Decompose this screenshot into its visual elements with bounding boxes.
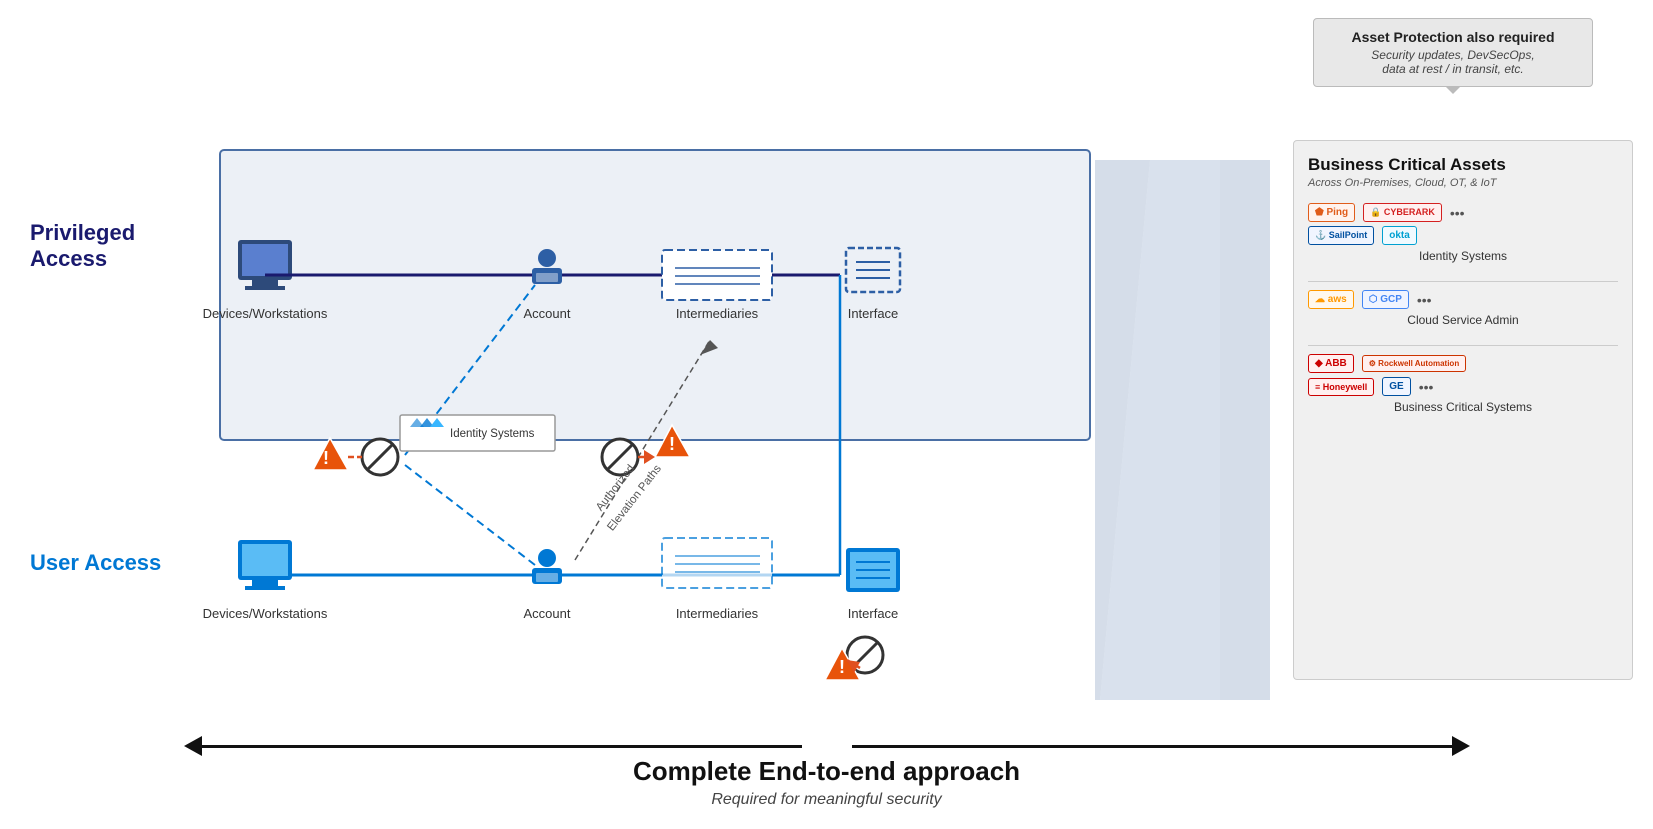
bca-panel: Business Critical Assets Across On-Premi… [1293,140,1633,680]
end-to-end-title: Complete End-to-end approach [20,756,1633,787]
dots-3: ••• [1419,379,1434,395]
svg-text:!: ! [839,657,845,677]
ge-logo: GE [1382,377,1410,396]
rockwell-logo: ⚙ Rockwell Automation [1362,355,1466,372]
divider-2 [1308,345,1618,346]
svg-text:Intermediaries: Intermediaries [676,606,759,621]
callout-title: Asset Protection also required [1330,29,1576,45]
divider-1 [1308,281,1618,282]
dots-1: ••• [1450,205,1465,221]
identity-logos-row: ⬟ Ping 🔒 CYBERARK ••• [1308,203,1618,222]
cloud-logos-row: ☁ aws ⬡ GCP ••• [1308,290,1618,309]
right-arrowhead [1452,736,1470,756]
dots-2: ••• [1417,292,1432,308]
diagram-container: Privileged Access User Access [20,120,1633,700]
bottom-section: Complete End-to-end approach Required fo… [20,728,1633,809]
aws-logo: ☁ aws [1308,290,1354,309]
identity-logos-row-2: ⚓ SailPoint okta [1308,226,1618,245]
okta-logo: okta [1382,226,1417,245]
abb-logo: ◆ ABB [1308,354,1354,373]
svg-text:Interface: Interface [848,606,899,621]
left-arrow-line [202,745,802,748]
ping-logo: ⬟ Ping [1308,203,1355,222]
svg-text:Devices/Workstations: Devices/Workstations [203,606,328,621]
systems-logos-row-2: ≡ Honeywell GE ••• [1308,377,1618,396]
privileged-access-box [220,150,1090,440]
svg-text:!: ! [669,434,675,454]
bca-systems-section: ◆ ABB ⚙ Rockwell Automation ≡ Honeywell … [1308,354,1618,414]
cloud-admin-label: Cloud Service Admin [1308,313,1618,327]
svg-text:Account: Account [524,306,571,321]
left-arrowhead [184,736,202,756]
bca-systems-label: Business Critical Systems [1308,400,1618,414]
svg-text:Intermediaries: Intermediaries [676,306,759,321]
arrow-row [20,736,1633,756]
identity-systems-label: Identity Systems [1308,249,1618,263]
svg-text:Devices/Workstations: Devices/Workstations [203,306,328,321]
bca-identity-section: ⬟ Ping 🔒 CYBERARK ••• ⚓ SailPoint okta I… [1308,203,1618,263]
svg-text:!: ! [323,448,329,468]
right-arrow-line [852,745,1452,748]
gcp-logo: ⬡ GCP [1362,290,1409,309]
bca-cloud-section: ☁ aws ⬡ GCP ••• Cloud Service Admin [1308,290,1618,327]
svg-text:Interface: Interface [848,306,899,321]
svg-text:Account: Account [524,606,571,621]
bca-sub: Across On-Premises, Cloud, OT, & IoT [1308,177,1618,189]
sailpoint-logo: ⚓ SailPoint [1308,226,1374,245]
bca-title: Business Critical Assets [1308,155,1618,175]
callout-subtitle: Security updates, DevSecOps,data at rest… [1330,48,1576,76]
asset-protection-callout: Asset Protection also required Security … [1313,18,1593,87]
svg-text:Identity Systems: Identity Systems [450,428,535,440]
honeywell-logo: ≡ Honeywell [1308,378,1374,396]
end-to-end-sub: Required for meaningful security [20,791,1633,809]
cyberark-logo: 🔒 CYBERARK [1363,203,1442,222]
systems-logos-row-1: ◆ ABB ⚙ Rockwell Automation [1308,354,1618,373]
